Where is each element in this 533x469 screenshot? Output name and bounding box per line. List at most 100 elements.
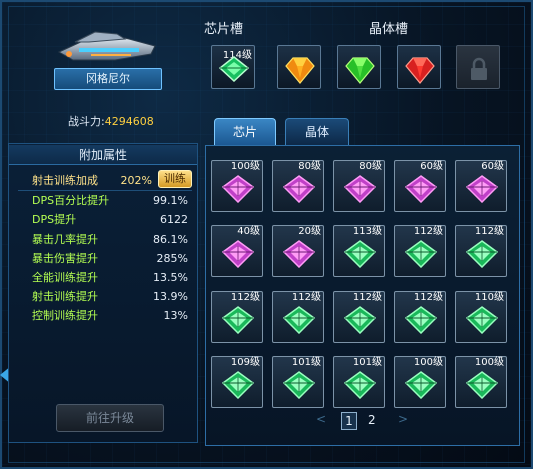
inventory-cell[interactable]: 100级 xyxy=(455,356,507,408)
chip-level: 112级 xyxy=(474,226,504,237)
attribute-value: 6122 xyxy=(160,213,188,226)
green-crystal-icon xyxy=(345,57,375,84)
tab-chip[interactable]: 芯片 xyxy=(214,118,276,146)
attribute-value: 99.1% xyxy=(153,194,188,207)
chip-level: 109级 xyxy=(230,357,260,368)
chip-level: 100级 xyxy=(413,357,443,368)
inventory-cell[interactable]: 109级 xyxy=(211,356,263,408)
chip-slot-title: 芯片槽 xyxy=(204,22,244,37)
green-chip-icon xyxy=(283,371,315,399)
combat-power: 战斗力:4294608 xyxy=(68,113,154,129)
green-chip-icon xyxy=(405,371,437,399)
chip-level: 112级 xyxy=(413,292,443,303)
chip-level: 80级 xyxy=(298,161,321,172)
page-2-button[interactable]: 2 xyxy=(368,413,376,427)
attribute-row: 控制训练提升 13% xyxy=(32,307,188,325)
prev-page-button[interactable]: < xyxy=(316,412,326,426)
combat-power-label: 战斗力: xyxy=(68,115,105,128)
chip-level: 112级 xyxy=(291,292,321,303)
inventory-cell[interactable]: 60级 xyxy=(394,160,446,212)
purple-chip-icon xyxy=(222,175,254,203)
purple-chip-icon xyxy=(283,175,315,203)
chip-level: 100级 xyxy=(474,357,504,368)
combat-power-value: 4294608 xyxy=(104,115,154,128)
chip-level: 20级 xyxy=(298,226,321,237)
inventory-cell[interactable]: 112级 xyxy=(394,291,446,343)
purple-chip-icon xyxy=(466,175,498,203)
attribute-name: 控制训练提升 xyxy=(32,309,98,322)
attribute-row: DPS百分比提升 99.1% xyxy=(32,192,188,210)
attribute-row: 暴击伤害提升 285% xyxy=(32,250,188,268)
crystal-slot[interactable] xyxy=(397,45,441,89)
purple-chip-icon xyxy=(344,175,376,203)
attribute-row: 暴击几率提升 86.1% xyxy=(32,231,188,249)
attribute-name: 射击训练加成 xyxy=(32,174,98,187)
tab-crystal[interactable]: 晶体 xyxy=(285,118,349,146)
inventory-cell[interactable]: 80级 xyxy=(272,160,324,212)
attribute-value: 86.1% xyxy=(153,233,188,246)
green-chip-icon xyxy=(219,56,249,82)
chip-level: 100级 xyxy=(230,161,260,172)
orange-crystal-icon xyxy=(285,57,315,84)
inventory-cell[interactable]: 80级 xyxy=(333,160,385,212)
inventory-cell[interactable]: 110级 xyxy=(455,291,507,343)
chip-level: 60级 xyxy=(481,161,504,172)
inventory-cell[interactable]: 100级 xyxy=(394,356,446,408)
chip-level: 112级 xyxy=(413,226,443,237)
attribute-name: DPS百分比提升 xyxy=(32,194,110,207)
green-chip-icon xyxy=(344,306,376,334)
next-page-button[interactable]: > xyxy=(398,412,408,426)
inventory-cell[interactable]: 112级 xyxy=(272,291,324,343)
attribute-row: 全能训练提升 13.5% xyxy=(32,269,188,287)
inventory-cell[interactable]: 40级 xyxy=(211,225,263,277)
inventory-cell[interactable]: 100级 xyxy=(211,160,263,212)
attribute-row: 射击训练提升 13.9% xyxy=(32,288,188,306)
inventory-cell[interactable]: 112级 xyxy=(394,225,446,277)
green-chip-icon xyxy=(283,306,315,334)
inventory-cell[interactable]: 112级 xyxy=(333,291,385,343)
chip-level: 101级 xyxy=(352,357,382,368)
inventory-cell[interactable]: 112级 xyxy=(211,291,263,343)
green-chip-icon xyxy=(405,240,437,268)
attribute-value: 13.9% xyxy=(153,290,188,303)
chip-level: 40级 xyxy=(237,226,260,237)
green-chip-icon xyxy=(405,306,437,334)
divider xyxy=(18,190,192,191)
ship-icon xyxy=(57,31,156,61)
attribute-name: DPS提升 xyxy=(32,213,77,226)
attribute-value: 285% xyxy=(156,252,188,265)
crystal-slot[interactable] xyxy=(337,45,381,89)
ship-name-plate: 冈格尼尔 xyxy=(54,68,162,90)
purple-chip-icon xyxy=(405,175,437,203)
chip-level: 101级 xyxy=(291,357,321,368)
chip-level: 113级 xyxy=(352,226,382,237)
attribute-row: DPS提升 6122 xyxy=(32,211,188,229)
inventory-cell[interactable]: 101级 xyxy=(272,356,324,408)
attribute-name: 全能训练提升 xyxy=(32,271,98,284)
green-chip-icon xyxy=(344,240,376,268)
inventory-cell[interactable]: 112级 xyxy=(455,225,507,277)
inventory-cell[interactable]: 113级 xyxy=(333,225,385,277)
go-upgrade-button[interactable]: 前往升级 xyxy=(56,404,164,432)
chip-level: 112级 xyxy=(230,292,260,303)
purple-chip-icon xyxy=(283,240,315,268)
green-chip-icon xyxy=(222,306,254,334)
train-button[interactable]: 训练 xyxy=(158,170,192,188)
crystal-slot[interactable] xyxy=(277,45,321,89)
inventory-cell[interactable]: 60级 xyxy=(455,160,507,212)
inventory-cell[interactable]: 101级 xyxy=(333,356,385,408)
green-chip-icon xyxy=(466,240,498,268)
inventory-cell[interactable]: 20级 xyxy=(272,225,324,277)
chip-level: 80级 xyxy=(359,161,382,172)
page-1-button[interactable]: 1 xyxy=(341,412,357,430)
attribute-name: 暴击伤害提升 xyxy=(32,252,98,265)
chip-level: 110级 xyxy=(474,292,504,303)
green-chip-icon xyxy=(222,371,254,399)
red-crystal-icon xyxy=(405,57,435,84)
chip-level: 112级 xyxy=(352,292,382,303)
purple-chip-icon xyxy=(222,240,254,268)
attribute-value: 13.5% xyxy=(153,271,188,284)
chip-slot[interactable]: 114级 xyxy=(211,45,255,89)
crystal-slot-title: 晶体槽 xyxy=(369,22,409,37)
lock-icon xyxy=(471,57,487,80)
